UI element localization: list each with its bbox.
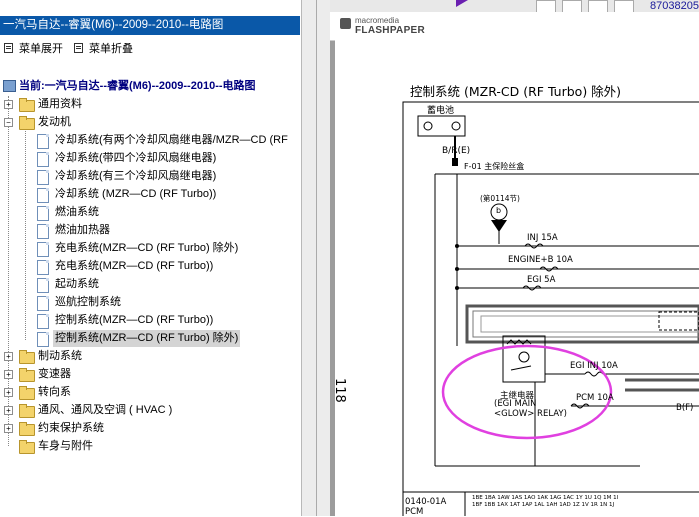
fuse-engine-label: ENGINE+B 10A: [508, 255, 573, 265]
computer-icon: [3, 80, 16, 92]
document-icon: [37, 170, 49, 185]
folder-icon: [19, 98, 35, 112]
tree-item-label: 燃油加热器: [55, 224, 110, 236]
brand-big: FLASHPAPER: [355, 25, 426, 36]
folder-icon: [19, 386, 35, 400]
document-icon: [37, 314, 49, 329]
tree-item-label: 通风、通风及空调 ( HVAC ): [38, 404, 173, 416]
connector-pins-bottom: 1BF 1BB 1AX 1AT 1AP 1AL 1AH 1AD 1Z 1V 1R…: [472, 502, 615, 508]
tree-item-label: 变速器: [38, 368, 71, 380]
tree-item-label-selected: 控制系统(MZR—CD (RF Turbo) 除外): [53, 330, 241, 347]
tree-item-label: 燃油系统: [55, 206, 99, 218]
flashpaper-logo-icon: [340, 18, 351, 29]
collapse-icon[interactable]: −: [4, 118, 13, 127]
brand-small: macromedia: [355, 16, 400, 25]
tree-root-label: 当前:一汽马自达--睿翼(M6)--2009--2010--电路图: [19, 80, 256, 92]
tree-item-label: 冷却系统(带四个冷却风扇继电器): [55, 152, 217, 164]
tree-item-label: 制动系统: [38, 350, 82, 362]
list-icon: [4, 43, 13, 53]
document-icon: [37, 224, 49, 239]
wire-bf-label: B(F): [676, 403, 694, 413]
tree-item-label: 车身与附件: [38, 440, 93, 452]
fuse-egi-inj-label: EGI INJ 10A: [570, 361, 618, 371]
tree-item-label: 发动机: [38, 116, 71, 128]
fuse-inj-label: INJ 15A: [527, 233, 558, 243]
fuse-pcm-label: PCM 10A: [576, 393, 614, 403]
folder-icon: [19, 116, 35, 130]
wire-br-label: B/R(E): [442, 146, 471, 156]
tree-connector: [25, 128, 26, 340]
tree-item-label: 充电系统(MZR—CD (RF Turbo) 除外): [55, 242, 239, 254]
expand-menu-label: 菜单展开: [19, 43, 63, 55]
pane-splitter[interactable]: [301, 0, 331, 516]
document-icon: [37, 152, 49, 167]
fuse-box-label: F-01 主保险丝盒: [464, 162, 525, 171]
viewer-top-strip: 87038205: [330, 0, 699, 13]
document-icon: [37, 296, 49, 311]
relay-label-3: <GLOW> RELAY): [494, 409, 567, 419]
flashpaper-header: macromedia FLASHPAPER: [330, 12, 699, 41]
expand-icon[interactable]: +: [4, 424, 13, 433]
tree-item-label: 约束保护系统: [38, 422, 104, 434]
pane-title: 一汽马自达--睿翼(M6)--2009--2010--电路图: [0, 16, 300, 35]
document-icon: [37, 188, 49, 203]
tree-item-label: 冷却系统(有两个冷却风扇继电器/MZR—CD (RF: [55, 134, 288, 146]
expand-menu-button[interactable]: 菜单展开: [0, 41, 63, 57]
document-icon: [37, 134, 49, 149]
navigation-pane: 一汽马自达--睿翼(M6)--2009--2010--电路图 菜单展开 菜单折叠…: [0, 0, 301, 516]
document-icon: [37, 242, 49, 257]
expand-icon[interactable]: +: [4, 388, 13, 397]
connector-pins-top: 1BE 1BA 1AW 1AS 1AO 1AK 1AG 1AC 1Y 1U 1Q…: [472, 495, 619, 501]
node-ref-label: (第0114节): [480, 194, 520, 203]
expand-icon[interactable]: +: [4, 100, 13, 109]
collapse-menu-label: 菜单折叠: [89, 43, 133, 55]
fuse-egi-label: EGI 5A: [527, 275, 556, 285]
collapse-menu-button[interactable]: 菜单折叠: [70, 41, 133, 57]
flag-icon: [456, 0, 468, 7]
battery-label: 蓄电池: [427, 106, 455, 116]
page-code: 87038205: [650, 0, 699, 12]
folder-icon: [19, 368, 35, 382]
diagram-title: 控制系统 (MZR-CD (RF Turbo) 除外): [410, 84, 622, 99]
expand-icon[interactable]: +: [4, 406, 13, 415]
wiring-diagram: [402, 101, 699, 516]
document-icon: [37, 278, 49, 293]
list-icon: [74, 43, 83, 53]
expand-icon[interactable]: +: [4, 352, 13, 361]
tree-item-label: 起动系统: [55, 278, 99, 290]
document-icon: [37, 260, 49, 275]
tree-item-label: 冷却系统 (MZR—CD (RF Turbo)): [55, 188, 217, 200]
document-icon: [37, 332, 49, 347]
folder-icon: [19, 440, 35, 454]
tree-item-label: 巡航控制系统: [55, 296, 121, 308]
folder-icon: [19, 350, 35, 364]
expand-icon[interactable]: +: [4, 370, 13, 379]
document-icon: [37, 206, 49, 221]
relay-label-2: (EGI MAIN: [494, 399, 537, 409]
tree-item-label: 冷却系统(有三个冷却风扇继电器): [55, 170, 217, 182]
node-b-label: b: [496, 206, 502, 215]
folder-icon: [19, 404, 35, 418]
tree-item-label: 控制系统(MZR—CD (RF Turbo)): [55, 314, 214, 326]
tree-item-label: 通用资料: [38, 98, 82, 110]
connector-label: 0140-01A: [405, 497, 447, 507]
tree-item-label: 充电系统(MZR—CD (RF Turbo)): [55, 260, 214, 272]
folder-icon: [19, 422, 35, 436]
tree-item-label: 转向系: [38, 386, 71, 398]
